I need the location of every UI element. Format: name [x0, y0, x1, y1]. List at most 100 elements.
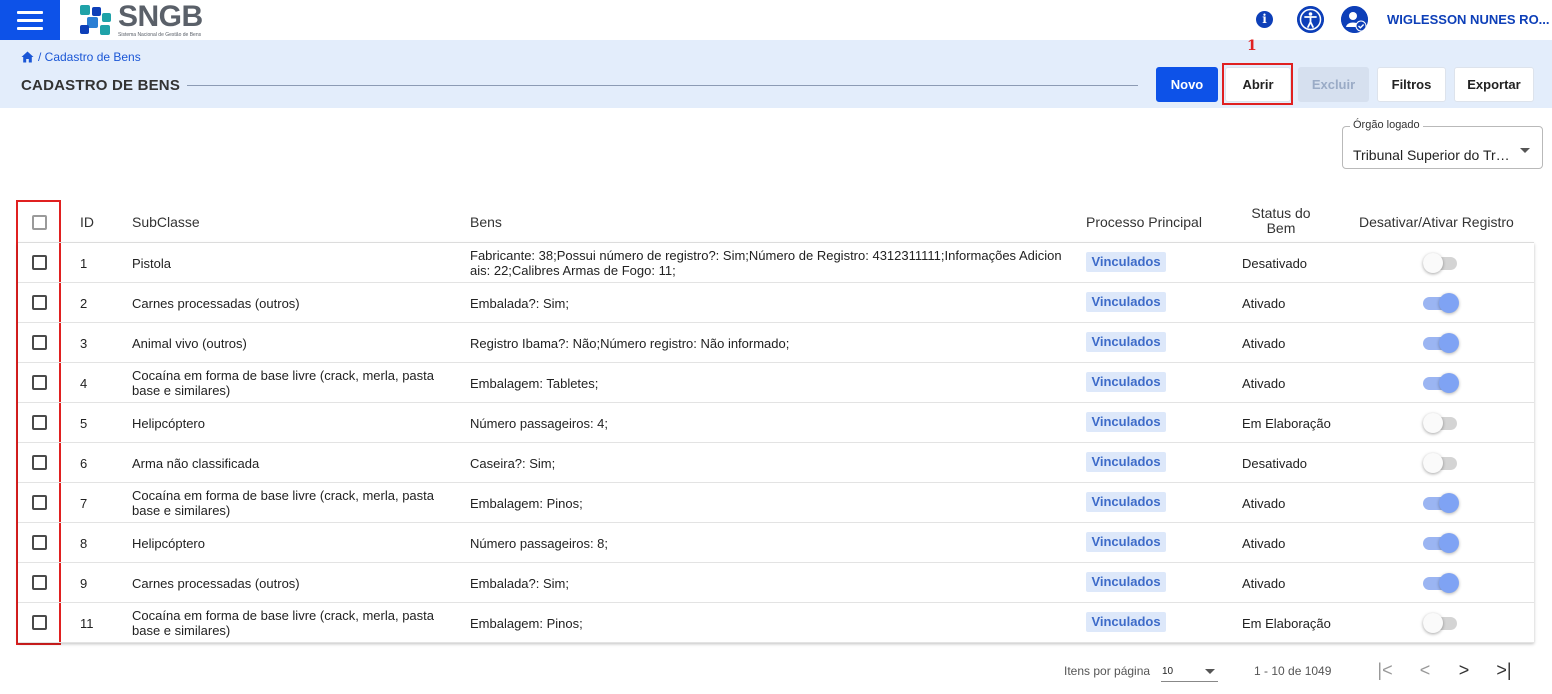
table-row[interactable]: 5 Helipcóptero Número passageiros: 4; Vincu…	[18, 403, 1534, 443]
info-icon[interactable]: i	[1256, 11, 1273, 28]
cell-bens: Número passageiros: 8;	[470, 536, 609, 551]
cell-status: Em Elaboração	[1242, 416, 1331, 431]
title-divider	[187, 85, 1138, 86]
table-row[interactable]: 9 Carnes processadas (outros) Embalada?: S…	[18, 563, 1534, 603]
page-range-label: 1 - 10 de 1049	[1254, 664, 1332, 678]
cell-id: 2	[80, 296, 88, 311]
row-checkbox[interactable]	[32, 615, 47, 630]
select-all-checkbox[interactable]	[32, 215, 47, 230]
user-name[interactable]: WIGLESSON NUNES RO...	[1387, 12, 1550, 27]
table-row[interactable]: 4 Cocaína em forma de base livre (crack, …	[18, 363, 1534, 403]
active-toggle[interactable]	[1423, 333, 1459, 353]
table-header: ID SubClasse Bens Processo Principal Sta…	[18, 202, 1534, 243]
table-row[interactable]: 1 Pistola Fabricante: 38;Possui número de …	[18, 243, 1534, 283]
table-row[interactable]: 7 Cocaína em forma de base livre (crack, …	[18, 483, 1534, 523]
sngb-logo[interactable]: SNGB Sistema Nacional de Gestão de Bens	[78, 2, 203, 38]
hamburger-menu-button[interactable]	[0, 0, 60, 40]
row-checkbox[interactable]	[32, 295, 47, 310]
cell-subclasse: Carnes processadas (outros)	[132, 576, 300, 591]
breadcrumb-current[interactable]: / Cadastro de Bens	[38, 50, 141, 64]
table-row[interactable]: 8 Helipcóptero Número passageiros: 8; Vincu…	[18, 523, 1534, 563]
row-checkbox[interactable]	[32, 575, 47, 590]
cell-bens: Fabricante: 38;Possui número de registro…	[470, 248, 1062, 278]
table-row[interactable]: 3 Animal vivo (outros) Registro Ibama?: Nã…	[18, 323, 1534, 363]
logo-title: SNGB	[118, 0, 203, 33]
col-header-status[interactable]: Status do Bem	[1246, 206, 1316, 236]
toggle-knob	[1423, 413, 1443, 433]
processo-chip[interactable]: Vinculados	[1086, 572, 1166, 592]
processo-chip[interactable]: Vinculados	[1086, 252, 1166, 272]
row-checkbox[interactable]	[32, 375, 47, 390]
cell-subclasse: Cocaína em forma de base livre (crack, m…	[132, 368, 435, 398]
cell-bens: Número passageiros: 4;	[470, 416, 609, 431]
cell-status: Ativado	[1242, 376, 1286, 391]
toggle-knob	[1439, 533, 1459, 553]
active-toggle[interactable]	[1423, 613, 1459, 633]
previous-page-icon[interactable]: <	[1413, 658, 1437, 682]
col-header-id[interactable]: ID	[80, 214, 94, 230]
first-page-icon[interactable]: |<	[1373, 658, 1397, 682]
next-page-icon[interactable]: >	[1452, 658, 1476, 682]
row-checkbox[interactable]	[32, 455, 47, 470]
col-header-bens[interactable]: Bens	[470, 214, 502, 230]
user-avatar-icon[interactable]	[1341, 6, 1368, 33]
novo-button[interactable]: Novo	[1156, 67, 1218, 102]
row-checkbox[interactable]	[32, 255, 47, 270]
cell-status: Ativado	[1242, 496, 1286, 511]
toggle-knob	[1439, 373, 1459, 393]
excluir-button[interactable]: Excluir	[1298, 67, 1369, 102]
exportar-button[interactable]: Exportar	[1454, 67, 1534, 102]
toggle-knob	[1423, 613, 1443, 633]
cell-status: Ativado	[1242, 576, 1286, 591]
col-header-subclasse[interactable]: SubClasse	[132, 214, 200, 230]
processo-chip[interactable]: Vinculados	[1086, 612, 1166, 632]
processo-chip[interactable]: Vinculados	[1086, 532, 1166, 552]
active-toggle[interactable]	[1423, 453, 1459, 473]
active-toggle[interactable]	[1423, 413, 1459, 433]
orgao-logado-label: Órgão logado	[1350, 119, 1423, 131]
col-header-processo[interactable]: Processo Principal	[1086, 214, 1202, 230]
annotation-number: 1	[1247, 38, 1257, 54]
cell-id: 5	[80, 416, 88, 431]
orgao-logado-select[interactable]: Órgão logado Tribunal Superior do Trabal…	[1342, 119, 1543, 169]
table-body: 1 Pistola Fabricante: 38;Possui número de …	[18, 243, 1534, 643]
logo-subtitle: Sistema Nacional de Gestão de Bens	[118, 32, 202, 38]
active-toggle[interactable]	[1423, 573, 1459, 593]
row-checkbox[interactable]	[32, 415, 47, 430]
row-checkbox[interactable]	[32, 495, 47, 510]
processo-chip[interactable]: Vinculados	[1086, 492, 1166, 512]
processo-chip[interactable]: Vinculados	[1086, 452, 1166, 472]
top-bar: SNGB Sistema Nacional de Gestão de Bens …	[0, 0, 1552, 40]
cell-bens: Embalada?: Sim;	[470, 576, 569, 591]
cell-subclasse: Carnes processadas (outros)	[132, 296, 300, 311]
processo-chip[interactable]: Vinculados	[1086, 372, 1166, 392]
processo-chip[interactable]: Vinculados	[1086, 292, 1166, 312]
table-row[interactable]: 11 Cocaína em forma de base livre (crack,…	[18, 603, 1534, 643]
last-page-icon[interactable]: >|	[1492, 658, 1516, 682]
cell-subclasse: Pistola	[132, 256, 172, 271]
table-row[interactable]: 6 Arma não classificada Caseira?: Sim; Vinc…	[18, 443, 1534, 483]
active-toggle[interactable]	[1423, 373, 1459, 393]
cell-id: 6	[80, 456, 88, 471]
home-icon[interactable]	[21, 51, 34, 63]
toggle-knob	[1439, 493, 1459, 513]
bens-table: ID SubClasse Bens Processo Principal Sta…	[18, 202, 1534, 643]
page-size-select[interactable]: 10	[1161, 659, 1218, 682]
table-row[interactable]: 2 Carnes processadas (outros) Embalada?: S…	[18, 283, 1534, 323]
active-toggle[interactable]	[1423, 253, 1459, 273]
cell-id: 8	[80, 536, 88, 551]
active-toggle[interactable]	[1423, 293, 1459, 313]
toggle-knob	[1439, 293, 1459, 313]
active-toggle[interactable]	[1423, 533, 1459, 553]
filtros-button[interactable]: Filtros	[1377, 67, 1446, 102]
active-toggle[interactable]	[1423, 493, 1459, 513]
logo-mark-icon	[80, 5, 111, 35]
cell-subclasse: Animal vivo (outros)	[132, 336, 247, 351]
accessibility-icon[interactable]	[1297, 6, 1324, 33]
cell-status: Desativado	[1242, 456, 1308, 471]
cell-bens: Embalagem: Pinos;	[470, 616, 583, 631]
processo-chip[interactable]: Vinculados	[1086, 332, 1166, 352]
processo-chip[interactable]: Vinculados	[1086, 412, 1166, 432]
row-checkbox[interactable]	[32, 535, 47, 550]
row-checkbox[interactable]	[32, 335, 47, 350]
